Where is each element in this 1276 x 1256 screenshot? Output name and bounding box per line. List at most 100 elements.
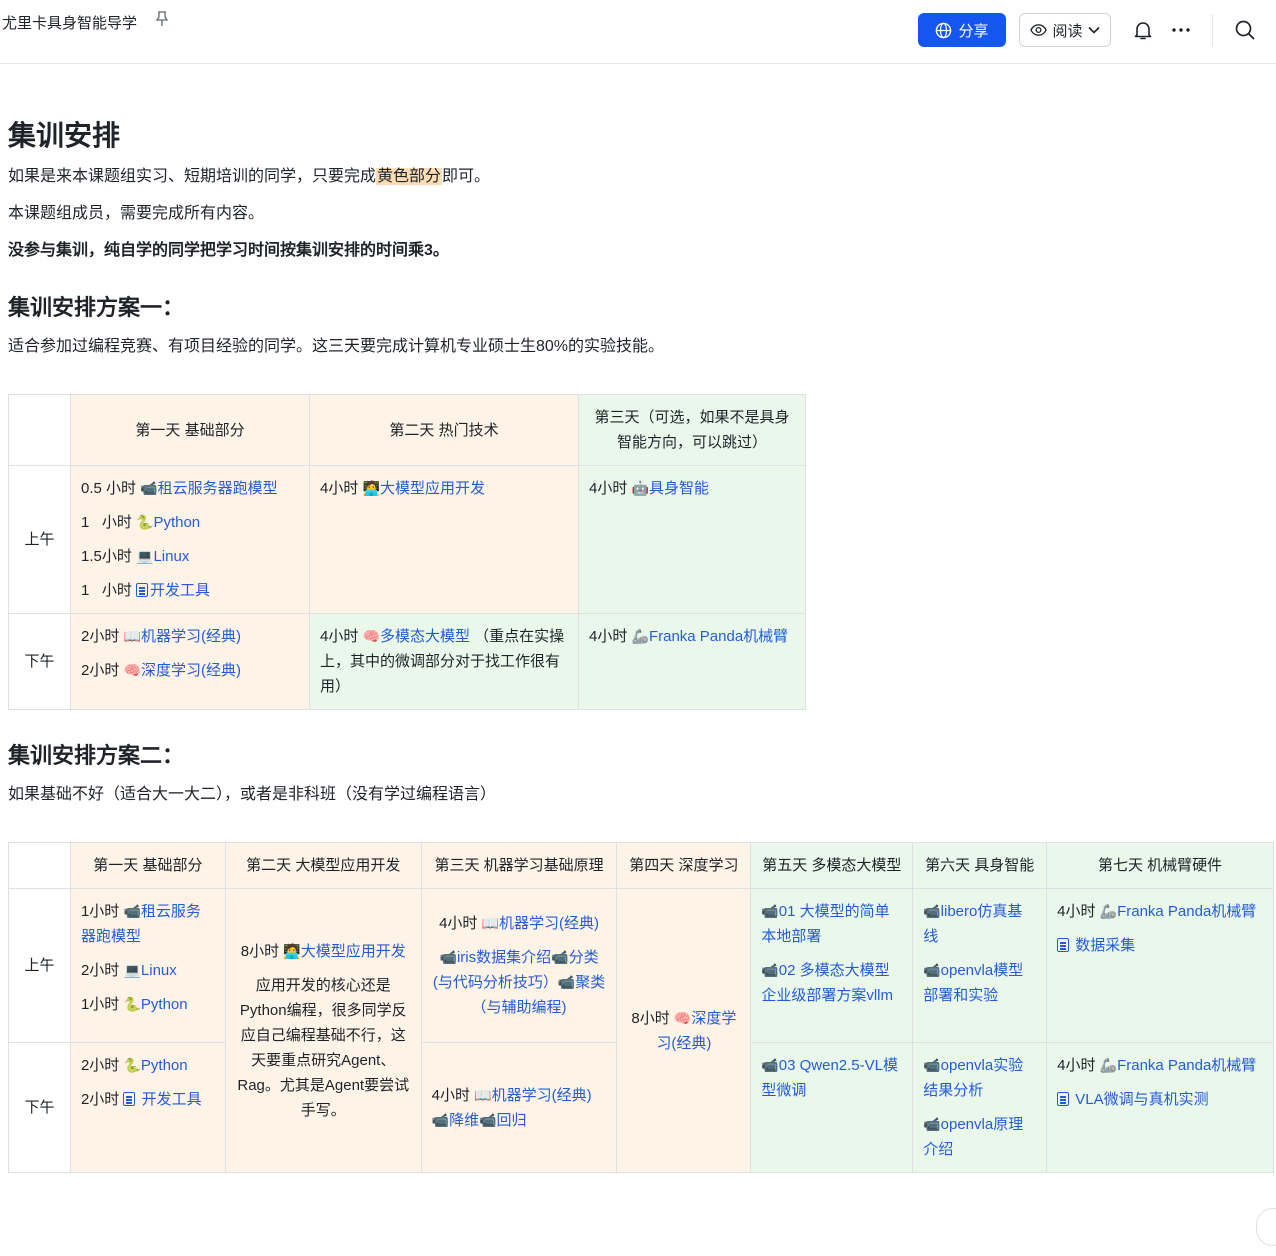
toolbar-divider <box>1212 14 1213 46</box>
duration: 1 小时 <box>81 514 137 531</box>
brain-icon: 🧠 <box>673 1009 692 1026</box>
link-dev-tools[interactable]: 开发工具 <box>150 582 210 599</box>
row-label-morning: 上午 <box>8 465 71 614</box>
plan2-day5-afternoon: 📹03 Qwen2.5-VL模型微调 <box>750 1042 914 1173</box>
plan1-description: 适合参加过编程竞赛、有项目经验的同学。这三天要完成计算机专业硕士生80%的实验技… <box>8 338 665 355</box>
link-machine-learning[interactable]: 机器学习(经典) <box>499 915 599 932</box>
plan2-header-day7: 第七天 机械臂硬件 <box>1046 842 1274 889</box>
document-title: 尤里卡具身智能导学 <box>2 15 138 32</box>
link-python[interactable]: Python <box>141 996 188 1013</box>
plan2-heading: 集训安排方案二： <box>8 743 185 768</box>
list-item: 1小时 📹租云服务器跑模型 <box>81 899 215 949</box>
robot-icon: 🤖 <box>631 480 649 496</box>
video-camera-icon: 📹 <box>923 1057 941 1073</box>
link-linux[interactable]: Linux <box>153 548 189 565</box>
book-icon: 📖 <box>481 915 500 931</box>
read-mode-dropdown[interactable]: 阅读 <box>1019 13 1111 47</box>
link-deep-learning[interactable]: 深度学习(经典) <box>141 662 241 679</box>
duration: 4小时 <box>1057 1057 1100 1074</box>
table-corner-cell <box>8 842 71 889</box>
robot-arm-icon: 🦾 <box>1099 903 1118 919</box>
robot-arm-icon: 🦾 <box>1099 1057 1118 1073</box>
highlight-text: 黄色部分 <box>376 168 443 185</box>
document-body: 集训安排 如果是来本课题组实习、短期培训的同学，只要完成黄色部分即可。 本课题组… <box>8 110 1276 1173</box>
list-item: 4小时 📖机器学习(经典) 📹降维📹回归 <box>432 1083 607 1133</box>
list-item: 4小时 🤖具身智能 <box>589 476 795 501</box>
link-machine-learning[interactable]: 机器学习(经典) <box>141 628 241 645</box>
video-camera-icon: 📹 <box>551 949 569 965</box>
link-data-collection[interactable]: 数据采集 <box>1075 937 1135 954</box>
link-vla-finetune-real[interactable]: VLA微调与真机实测 <box>1075 1091 1208 1108</box>
link-franka-panda[interactable]: Franka Panda机械臂 <box>1117 903 1256 920</box>
link-dev-tools[interactable]: 开发工具 <box>142 1091 202 1108</box>
share-button[interactable]: 分享 <box>918 13 1006 47</box>
plan2-day2-allday: 8小时 🧑‍💻大模型应用开发 应用开发的核心还是Python编程，很多同学反应自… <box>224 888 422 1173</box>
link-llm-app-dev[interactable]: 大模型应用开发 <box>380 480 485 497</box>
plan1-day1-afternoon: 2小时 📖机器学习(经典) 2小时 🧠深度学习(经典) <box>70 613 310 710</box>
link-python[interactable]: Python <box>153 514 200 531</box>
duration: 4小时 <box>320 628 363 645</box>
search-icon[interactable] <box>1234 19 1256 41</box>
plan2-header-day4: 第四天 深度学习 <box>616 842 752 889</box>
video-camera-icon: 📹 <box>439 949 457 965</box>
duration: 1.5小时 <box>81 548 137 565</box>
list-item: 4小时 🦾Franka Panda机械臂 <box>1057 1053 1263 1078</box>
duration: 1 小时 <box>81 582 137 599</box>
plan2-day4-allday: 8小时 🧠深度学习(经典) <box>616 888 752 1173</box>
snake-icon: 🐍 <box>136 514 154 530</box>
video-camera-icon: 📹 <box>923 1116 941 1132</box>
list-item: 📹openvla模型部署和实验 <box>923 958 1036 1008</box>
top-bar: 尤里卡具身智能导学 分享 阅读 <box>0 0 1276 64</box>
link-llm-local-deploy[interactable]: 01 大模型的简单本地部署 <box>761 903 889 945</box>
list-item: 📹02 多模态大模型企业级部署方案vllm <box>761 958 902 1008</box>
list-item: VLA微调与真机实测 <box>1057 1087 1263 1112</box>
plan2-description: 如果基础不好（适合大一大二），或者是非科班（没有学过编程语言） <box>8 786 497 803</box>
link-dimensionality-reduction[interactable]: 降维 <box>449 1112 479 1129</box>
intro-paragraph-3: 没参与集训，纯自学的同学把学习时间按集训安排的时间乘3。 <box>8 242 449 259</box>
plan2-day3-afternoon: 4小时 📖机器学习(经典) 📹降维📹回归 <box>420 1042 618 1173</box>
link-embodied-ai[interactable]: 具身智能 <box>649 480 709 497</box>
link-machine-learning[interactable]: 机器学习(经典) <box>492 1087 592 1104</box>
row-label-afternoon: 下午 <box>8 613 71 710</box>
plan2-day1-morning: 1小时 📹租云服务器跑模型 2小时 💻Linux 1小时 🐍Python <box>69 888 226 1043</box>
link-cloud-server[interactable]: 租云服务器跑模型 <box>158 480 278 497</box>
plan2-day5-morning: 📹 01 大模型的简单本地部署 📹02 多模态大模型企业级部署方案vllm <box>750 888 914 1043</box>
link-franka-panda[interactable]: Franka Panda机械臂 <box>1117 1057 1256 1074</box>
video-camera-icon: 📹 <box>479 1111 497 1128</box>
bell-icon[interactable] <box>1132 19 1154 41</box>
link-llm-app-dev[interactable]: 大模型应用开发 <box>301 943 406 960</box>
list-item: 4小时 🦾Franka Panda机械臂 <box>589 624 795 649</box>
link-python[interactable]: Python <box>141 1057 188 1074</box>
duration: 2小时 <box>81 628 124 645</box>
snake-icon: 🐍 <box>123 996 141 1012</box>
technologist-icon: 🧑‍💻 <box>283 942 301 959</box>
video-camera-icon: 📹 <box>923 903 941 919</box>
link-vllm-deploy[interactable]: 02 多模态大模型企业级部署方案vllm <box>761 962 893 1004</box>
more-icon[interactable] <box>1170 20 1192 40</box>
plan1-day3-morning: 4小时 🤖具身智能 <box>578 465 806 614</box>
link-qwen-finetune[interactable]: 03 Qwen2.5-VL模型微调 <box>761 1057 898 1099</box>
link-regression[interactable]: 回归 <box>497 1112 527 1129</box>
plan1-day1-morning: 0.5 小时 📹租云服务器跑模型 1 小时 🐍Python 1.5小时 💻Lin… <box>70 465 310 614</box>
duration: 2小时 <box>80 962 124 979</box>
share-label: 分享 <box>958 22 989 40</box>
link-linux[interactable]: Linux <box>141 962 177 979</box>
video-camera-icon: 📹 <box>761 962 779 978</box>
list-item: 2小时 🧠深度学习(经典) <box>81 658 299 683</box>
link-iris-dataset[interactable]: iris数据集介绍 <box>457 949 551 966</box>
pin-icon[interactable] <box>155 11 169 27</box>
list-item: 📹iris数据集介绍📹分类(与代码分析技巧）📹聚类（与辅助编程) <box>432 945 607 1020</box>
video-camera-icon: 📹 <box>761 1057 779 1073</box>
plan1-day3-afternoon: 4小时 🦾Franka Panda机械臂 <box>578 613 806 710</box>
link-franka-panda[interactable]: Franka Panda机械臂 <box>649 628 788 645</box>
duration: 2小时 <box>81 662 124 679</box>
duration: 4小时 <box>589 628 632 645</box>
floating-action-button[interactable] <box>1256 1208 1276 1246</box>
intro-paragraph-1: 如果是来本课题组实习、短期培训的同学，只要完成黄色部分即可。 <box>8 164 1276 190</box>
laptop-icon: 💻 <box>123 962 141 978</box>
link-multimodal-llm[interactable]: 多模态大模型 <box>380 628 470 645</box>
document-icon <box>123 1092 136 1106</box>
list-item: 1.5小时 💻Linux <box>81 544 299 569</box>
plan1-heading: 集训安排方案一： <box>8 295 185 320</box>
duration: 0.5 小时 <box>81 480 141 497</box>
